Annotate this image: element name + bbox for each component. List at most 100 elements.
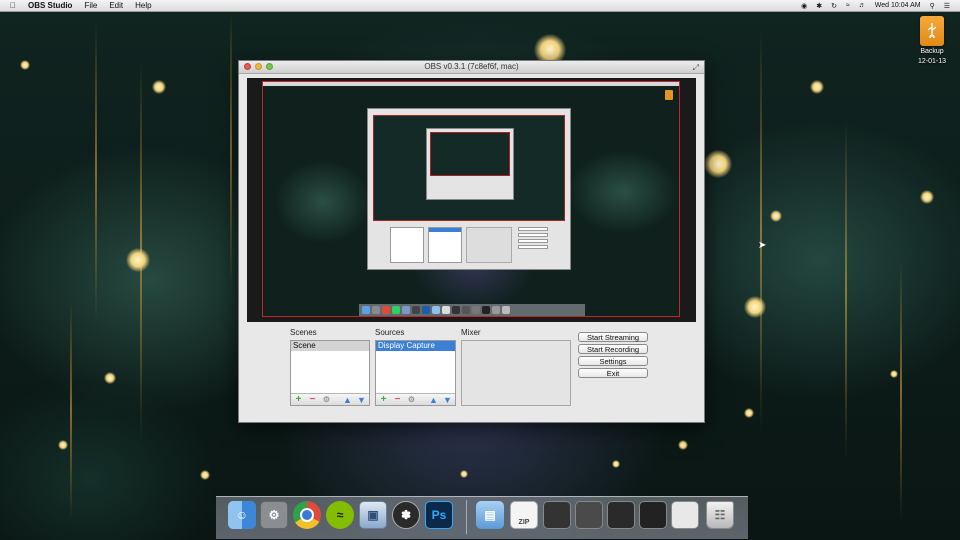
- start-recording-button[interactable]: Start Recording: [578, 344, 648, 354]
- preview-app-icon[interactable]: ▣: [359, 501, 387, 529]
- preview-nested-mixer: [466, 227, 512, 263]
- minimized-window-thumbnail[interactable]: [639, 501, 667, 529]
- menu-app-name[interactable]: OBS Studio: [28, 1, 72, 10]
- move-scene-down-button[interactable]: ▼: [357, 395, 366, 405]
- start-streaming-button[interactable]: Start Streaming: [578, 332, 648, 342]
- light-streak: [95, 20, 97, 320]
- preview-nested-scenes-list: [390, 227, 424, 263]
- scenes-list[interactable]: Scene + − ⚙ ▲ ▼: [290, 340, 370, 406]
- zoom-window-button[interactable]: [266, 63, 273, 70]
- bokeh-orb: [104, 372, 116, 384]
- light-streak: [900, 260, 902, 520]
- add-source-button[interactable]: +: [379, 394, 388, 405]
- minimize-window-button[interactable]: [255, 63, 262, 70]
- exit-button[interactable]: Exit: [578, 368, 648, 378]
- bokeh-orb: [58, 440, 68, 450]
- obs-main-window: OBS v0.3.1 (7c8ef6f, mac) ⤢ Scenes Scene…: [238, 60, 705, 423]
- move-scene-up-button[interactable]: ▲: [343, 395, 352, 405]
- preview-nested-button: [518, 227, 548, 231]
- dock-divider: [466, 500, 467, 534]
- preview-mini-menubar: [263, 82, 679, 86]
- system-preferences-icon[interactable]: ⚙: [260, 501, 288, 529]
- photoshop-icon[interactable]: Ps: [425, 501, 453, 529]
- obs-logo-glyph: ✽: [400, 508, 412, 522]
- bokeh-orb: [704, 150, 732, 178]
- wifi-icon[interactable]: ≈: [846, 2, 850, 9]
- chrome-center-glyph: [293, 501, 321, 529]
- remove-source-button[interactable]: −: [393, 394, 402, 405]
- scene-item[interactable]: Scene: [291, 341, 369, 351]
- folder-icon[interactable]: ▤: [476, 501, 504, 529]
- drive-name-label: Backup: [920, 48, 944, 55]
- window-titlebar[interactable]: OBS v0.3.1 (7c8ef6f, mac) ⤢: [239, 61, 704, 74]
- minimized-window-thumbnail[interactable]: [543, 501, 571, 529]
- spotlight-search-icon[interactable]: ⚲: [930, 2, 935, 10]
- preview-area: [247, 78, 696, 322]
- minimized-window-thumbnail[interactable]: [607, 501, 635, 529]
- obs-dock-icon[interactable]: ✽: [392, 501, 420, 529]
- finder-face-glyph: ☺: [235, 508, 249, 522]
- drive-date-label: 12-01-13: [917, 58, 947, 65]
- window-title: OBS v0.3.1 (7c8ef6f, mac): [424, 62, 519, 71]
- volume-icon[interactable]: ♬: [859, 2, 866, 9]
- notification-center-icon[interactable]: ☰: [944, 2, 950, 10]
- source-item[interactable]: Display Capture: [376, 341, 455, 351]
- trash-icon[interactable]: ☷: [706, 501, 734, 529]
- bokeh-orb: [152, 80, 166, 94]
- bokeh-orb: [612, 460, 620, 468]
- preview-nested-drive-icon: [665, 90, 673, 100]
- gear-icon: ⚙: [268, 508, 280, 522]
- apple-menu-icon[interactable]: : [10, 1, 16, 10]
- remove-scene-button[interactable]: −: [308, 394, 317, 405]
- spotify-icon[interactable]: ≈: [326, 501, 354, 529]
- window-controls: [244, 63, 273, 70]
- preview-nested-button: [518, 239, 548, 243]
- light-streak: [70, 300, 72, 520]
- zip-archive-icon[interactable]: ZIP: [510, 501, 538, 529]
- close-window-button[interactable]: [244, 63, 251, 70]
- add-scene-button[interactable]: +: [294, 394, 303, 405]
- sources-toolbar: + − ⚙ ▲ ▼: [376, 393, 455, 405]
- preview-nested-obs-window-level2: [426, 128, 514, 200]
- light-streak: [760, 30, 762, 430]
- backup-drive-icon[interactable]: Backup 12-01-13: [912, 16, 952, 66]
- bokeh-orb: [890, 370, 898, 378]
- photos-glyph: ▣: [367, 508, 379, 522]
- move-source-down-button[interactable]: ▼: [443, 395, 452, 405]
- bluetooth-icon[interactable]: ✱: [816, 2, 822, 10]
- menu-file[interactable]: File: [84, 1, 97, 10]
- obs-status-icon[interactable]: ◉: [801, 2, 807, 10]
- fullscreen-icon[interactable]: ⤢: [693, 62, 699, 74]
- move-source-up-button[interactable]: ▲: [429, 395, 438, 405]
- minimized-window-thumbnail[interactable]: [671, 501, 699, 529]
- trash-can-glyph: ☷: [714, 508, 726, 522]
- scenes-toolbar: + − ⚙ ▲ ▼: [291, 393, 369, 405]
- bokeh-orb: [126, 248, 150, 272]
- minimized-window-thumbnail[interactable]: [575, 501, 603, 529]
- preview-nested-button: [518, 245, 548, 249]
- source-properties-icon[interactable]: ⚙: [407, 395, 416, 405]
- folder-glyph: ▤: [484, 508, 496, 522]
- mixer-panel: [461, 340, 571, 406]
- preview-nested-button: [518, 233, 548, 237]
- preview-nested-obs-window: [367, 108, 571, 270]
- settings-button[interactable]: Settings: [578, 356, 648, 366]
- sources-list[interactable]: Display Capture + − ⚙ ▲ ▼: [375, 340, 456, 406]
- bokeh-orb: [20, 60, 30, 70]
- bokeh-orb: [744, 408, 754, 418]
- bokeh-orb: [460, 470, 468, 478]
- time-machine-icon[interactable]: ↻: [831, 2, 837, 10]
- chrome-icon[interactable]: [293, 501, 321, 529]
- bokeh-orb: [810, 80, 824, 94]
- scene-properties-icon[interactable]: ⚙: [322, 395, 331, 405]
- light-streak: [845, 120, 847, 460]
- scenes-label: Scenes: [290, 328, 317, 337]
- menu-edit[interactable]: Edit: [109, 1, 123, 10]
- finder-icon[interactable]: ☺: [228, 501, 256, 529]
- preview-canvas[interactable]: [262, 81, 680, 317]
- spotify-waves-glyph: ≈: [336, 508, 344, 522]
- menu-help[interactable]: Help: [135, 1, 151, 10]
- menu-clock[interactable]: Wed 10:04 AM: [875, 2, 921, 9]
- bokeh-orb: [744, 296, 766, 318]
- sources-label: Sources: [375, 328, 405, 337]
